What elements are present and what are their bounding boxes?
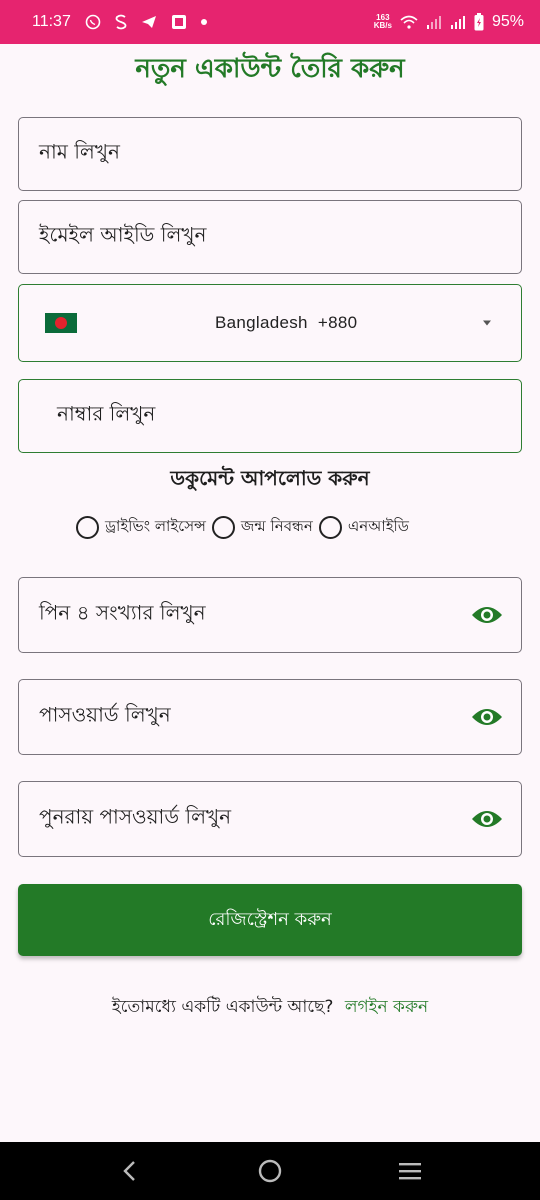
status-right: 163 KB/s 95%: [374, 13, 524, 31]
wifi-icon: [400, 14, 418, 30]
bangladesh-flag-icon: [45, 313, 77, 333]
image-notification-icon: [171, 14, 187, 30]
status-time: 11:37: [32, 13, 71, 30]
country-name: Bangladesh: [215, 313, 308, 332]
phone-placeholder: নাম্বার লিখুন: [57, 401, 156, 426]
radio-nid[interactable]: এনআইডি: [318, 515, 409, 540]
radio-birth-registration[interactable]: জন্ম নিবন্ধন: [211, 515, 313, 540]
signal-icon-1: [426, 15, 442, 29]
page-title: নতুন একাউন্ট তৈরি করুন: [135, 54, 405, 84]
network-speed-unit: KB/s: [373, 21, 392, 30]
country-dial-code: +880: [317, 313, 358, 332]
dropdown-caret-icon: [483, 320, 491, 326]
radio-label-nid: এনআইডি: [347, 516, 409, 535]
country-code-picker[interactable]: Bangladesh +880: [18, 284, 522, 362]
status-left: 11:37: [32, 13, 207, 31]
login-link[interactable]: লগইন করুন: [345, 997, 428, 1017]
network-speed: 163 KB/s: [374, 14, 392, 30]
radio-label-driving-license: ড্রাইভিং লাইসেন্স: [105, 516, 206, 535]
confirm-password-field[interactable]: পুনরায় পাসওয়ার্ড লিখুন: [18, 781, 522, 857]
eye-icon[interactable]: [471, 707, 503, 727]
recent-apps-icon[interactable]: [390, 1151, 430, 1191]
radio-button-icon[interactable]: [76, 515, 99, 539]
confirm-password-placeholder: পুনরায় পাসওয়ার্ড লিখুন: [39, 804, 232, 829]
email-field[interactable]: ইমেইল আইডি লিখুন: [18, 200, 522, 274]
document-upload-title: ডকুমেন্ট আপলোড করুন: [170, 466, 370, 490]
password-field[interactable]: পাসওয়ার্ড লিখুন: [18, 679, 522, 755]
back-icon[interactable]: [110, 1151, 150, 1191]
signal-icon-2: [450, 15, 466, 29]
login-prompt: ইতোমধ্যে একটি একাউন্ট আছে? লগইন করুন: [0, 994, 540, 1022]
register-button[interactable]: রেজিস্ট্রেশন করুন: [18, 884, 522, 956]
email-placeholder: ইমেইল আইডি লিখুন: [39, 222, 207, 247]
status-bar: 11:37 163 KB/s 95%: [0, 0, 540, 44]
login-prompt-text: ইতোমধ্যে একটি একাউন্ট আছে?: [111, 997, 334, 1017]
password-placeholder: পাসওয়ার্ড লিখুন: [39, 702, 171, 727]
phone-number-field[interactable]: নাম্বার লিখুন: [18, 379, 522, 453]
eye-icon[interactable]: [471, 605, 503, 625]
radio-driving-license[interactable]: ড্রাইভিং লাইসেন্স: [76, 515, 206, 540]
pin-placeholder: পিন ৪ সংখ্যার লিখুন: [39, 600, 206, 625]
battery-level: 95%: [491, 13, 524, 30]
radio-button-icon[interactable]: [211, 515, 235, 539]
home-icon[interactable]: [250, 1151, 290, 1191]
radio-label-birth-registration: জন্ম নিবন্ধন: [240, 516, 313, 535]
pin-field[interactable]: পিন ৪ সংখ্যার লিখুন: [18, 577, 522, 653]
whatsapp-icon: [85, 14, 101, 30]
eye-icon[interactable]: [471, 809, 503, 829]
name-field[interactable]: নাম লিখুন: [18, 117, 522, 191]
country-selection: Bangladesh +880: [215, 313, 357, 333]
app-notification-icon: [115, 14, 127, 30]
more-notifications-icon: [200, 19, 207, 25]
telegram-icon: [141, 14, 157, 30]
radio-button-icon[interactable]: [318, 515, 342, 539]
document-type-radio-group: ড্রাইভিং লাইসেন্স জন্ম নিবন্ধন এনআইডি: [76, 512, 415, 542]
name-placeholder: নাম লিখুন: [39, 139, 120, 164]
system-navigation-bar: [0, 1142, 540, 1200]
battery-charging-icon: [474, 13, 484, 31]
